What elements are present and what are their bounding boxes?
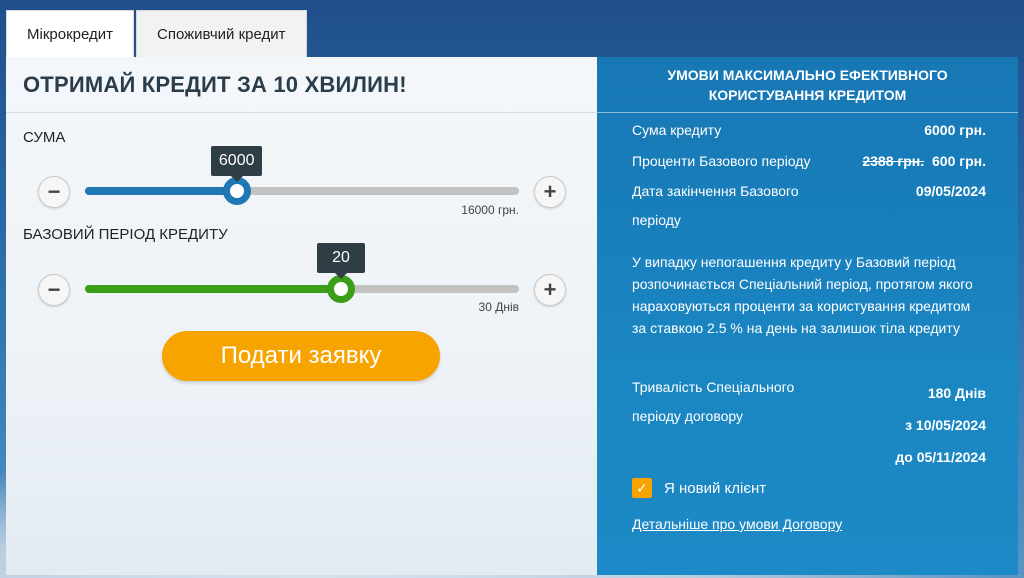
special-period-to: до 05/11/2024 (895, 449, 986, 465)
new-client-label: Я новий клієнт (664, 479, 767, 497)
special-period-label: Тривалість Спеціального періоду договору (632, 379, 795, 424)
minus-icon: − (47, 277, 61, 302)
loan-amount-row: Сума кредиту 6000 грн. (632, 122, 986, 142)
period-slider-track[interactable] (85, 285, 519, 293)
check-icon: ✓ (636, 479, 648, 496)
period-value-tooltip: 20 (317, 243, 366, 279)
terms-header: УМОВИ МАКСИМАЛЬНО ЕФЕКТИВНОГО КОРИСТУВАН… (597, 57, 1018, 113)
calculator-header: ОТРИМАЙ КРЕДИТ ЗА 10 ХВИЛИН! (6, 57, 597, 113)
terms-panel: УМОВИ МАКСИМАЛЬНО ЕФЕКТИВНОГО КОРИСТУВАН… (597, 57, 1018, 575)
calculator-panel: ОТРИМАЙ КРЕДИТ ЗА 10 ХВИЛИН! СУМА − 6000… (6, 57, 597, 575)
period-value: 20 (332, 249, 350, 266)
loan-amount-value: 6000 грн. (924, 122, 986, 138)
minus-icon: − (47, 179, 61, 204)
end-date-label: Дата закінчення Базового періоду (632, 183, 799, 228)
terms-title: УМОВИ МАКСИМАЛЬНО ЕФЕКТИВНОГО КОРИСТУВАН… (667, 66, 948, 103)
new-client-option[interactable]: ✓ Я новий клієнт (632, 478, 766, 498)
amount-value: 6000 (218, 152, 255, 169)
period-increase-button[interactable]: + (534, 274, 566, 306)
special-period-days: 180 Днів (927, 385, 986, 401)
end-date-row: Дата закінчення Базового періоду 09/05/2… (632, 183, 986, 231)
period-label: БАЗОВИЙ ПЕРІОД КРЕДИТУ (23, 226, 228, 243)
interest-label: Проценти Базового періоду (632, 153, 811, 169)
tab-microcredit[interactable]: Мікрокредит (6, 10, 134, 58)
amount-label: СУМА (23, 129, 66, 146)
amount-max-label: 16000 грн. (461, 203, 519, 217)
apply-button[interactable]: Подати заявку (162, 331, 440, 381)
interest-new-value: 600 грн. (932, 153, 986, 169)
period-max-label: 30 Днів (478, 300, 519, 314)
amount-value-tooltip: 6000 (210, 146, 263, 182)
end-date-value: 09/05/2024 (915, 183, 986, 199)
amount-increase-button[interactable]: + (534, 176, 566, 208)
special-period-from: з 10/05/2024 (905, 417, 986, 433)
period-slider-fill (85, 285, 342, 293)
interest-row: Проценти Базового періоду 2388 грн. 600 … (632, 153, 986, 173)
special-period-notice: У випадку непогашення кредиту у Базовий … (632, 254, 973, 336)
tab-bar: Мікрокредит Споживчий кредит (6, 10, 307, 58)
plus-icon: + (543, 179, 557, 204)
tab-consumer-credit[interactable]: Споживчий кредит (136, 10, 307, 58)
amount-slider-track[interactable] (85, 187, 519, 195)
amount-decrease-button[interactable]: − (38, 176, 70, 208)
period-decrease-button[interactable]: − (38, 274, 70, 306)
interest-value: 2388 грн. 600 грн. (862, 153, 986, 169)
interest-old-value: 2388 грн. (862, 153, 925, 169)
period-slider-thumb[interactable] (327, 275, 356, 303)
new-client-checkbox[interactable]: ✓ (632, 478, 652, 498)
loan-amount-label: Сума кредиту (632, 122, 722, 138)
contract-details-link[interactable]: Детальніше про умови Договору (632, 516, 842, 532)
plus-icon: + (543, 277, 557, 302)
page-title: ОТРИМАЙ КРЕДИТ ЗА 10 ХВИЛИН! (23, 71, 407, 97)
amount-slider-fill (85, 187, 237, 195)
